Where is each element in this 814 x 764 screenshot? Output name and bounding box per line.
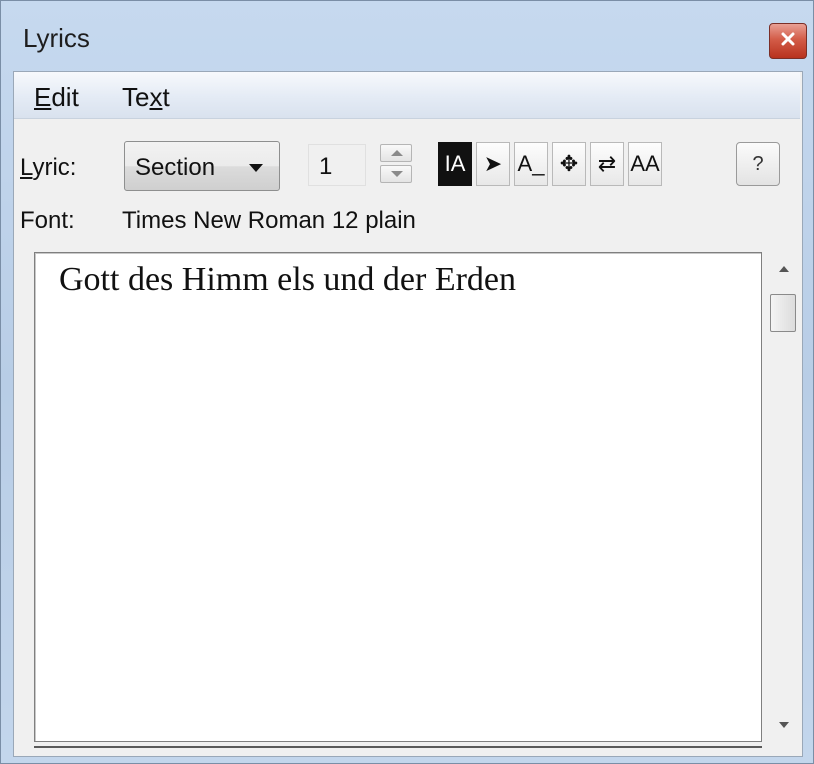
dropdown-arrow-icon <box>249 164 263 172</box>
scroll-down-icon[interactable] <box>779 722 789 728</box>
tool-swap[interactable]: ⇄ <box>590 142 624 186</box>
lyric-number-spinner <box>380 144 414 184</box>
lyrics-text-area[interactable]: Gott des Himm els und der Erden <box>34 252 762 742</box>
pointer-arrow-icon: ➤ <box>483 151 503 176</box>
lyrics-window: Lyrics Edit Text Lyric: Section 1 IA ➤ A… <box>0 0 814 764</box>
title-bar[interactable]: Lyrics <box>1 1 813 71</box>
text-cursor-icon: IA <box>444 151 466 176</box>
lyric-type-dropdown[interactable]: Section <box>124 141 280 191</box>
window-title: Lyrics <box>23 23 90 53</box>
tool-font-size[interactable]: AA <box>628 142 662 186</box>
spin-down-icon <box>391 171 403 177</box>
scroll-up-icon[interactable] <box>779 266 789 272</box>
menu-bar: Edit Text <box>14 72 800 119</box>
spin-up-icon <box>391 150 403 156</box>
tool-move[interactable]: ✥ <box>552 142 586 186</box>
font-value: Times New Roman 12 plain <box>122 207 416 234</box>
help-icon: ? <box>752 152 764 175</box>
spin-down-button[interactable] <box>380 165 412 183</box>
spin-up-button[interactable] <box>380 144 412 162</box>
font-size-icon: AA <box>630 151 660 176</box>
tool-text-cursor[interactable]: IA <box>438 142 472 186</box>
vertical-scrollbar[interactable] <box>768 254 800 742</box>
lyric-text: Gott des Himm els und der Erden <box>59 261 517 298</box>
close-button[interactable] <box>769 23 807 59</box>
tool-underscore-text[interactable]: A_ <box>514 142 548 186</box>
lyric-label: Lyric: <box>20 154 77 181</box>
menu-text[interactable]: Text <box>122 82 170 113</box>
font-label: Font: <box>20 207 75 234</box>
swap-arrows-icon: ⇄ <box>597 151 617 176</box>
close-icon <box>781 32 795 51</box>
move-icon: ✥ <box>559 151 579 176</box>
menu-edit[interactable]: Edit <box>34 82 79 113</box>
text-area-border <box>34 746 762 748</box>
client-area: Edit Text Lyric: Section 1 IA ➤ A_ ✥ ⇄ A… <box>13 71 803 757</box>
lyric-number-field[interactable]: 1 <box>308 144 366 186</box>
help-button[interactable]: ? <box>736 142 780 186</box>
underscore-text-icon: A_ <box>517 151 545 176</box>
scroll-thumb[interactable] <box>770 294 796 332</box>
lyric-number-value: 1 <box>319 153 333 180</box>
lyric-type-selected: Section <box>135 154 216 181</box>
tool-pointer[interactable]: ➤ <box>476 142 510 186</box>
